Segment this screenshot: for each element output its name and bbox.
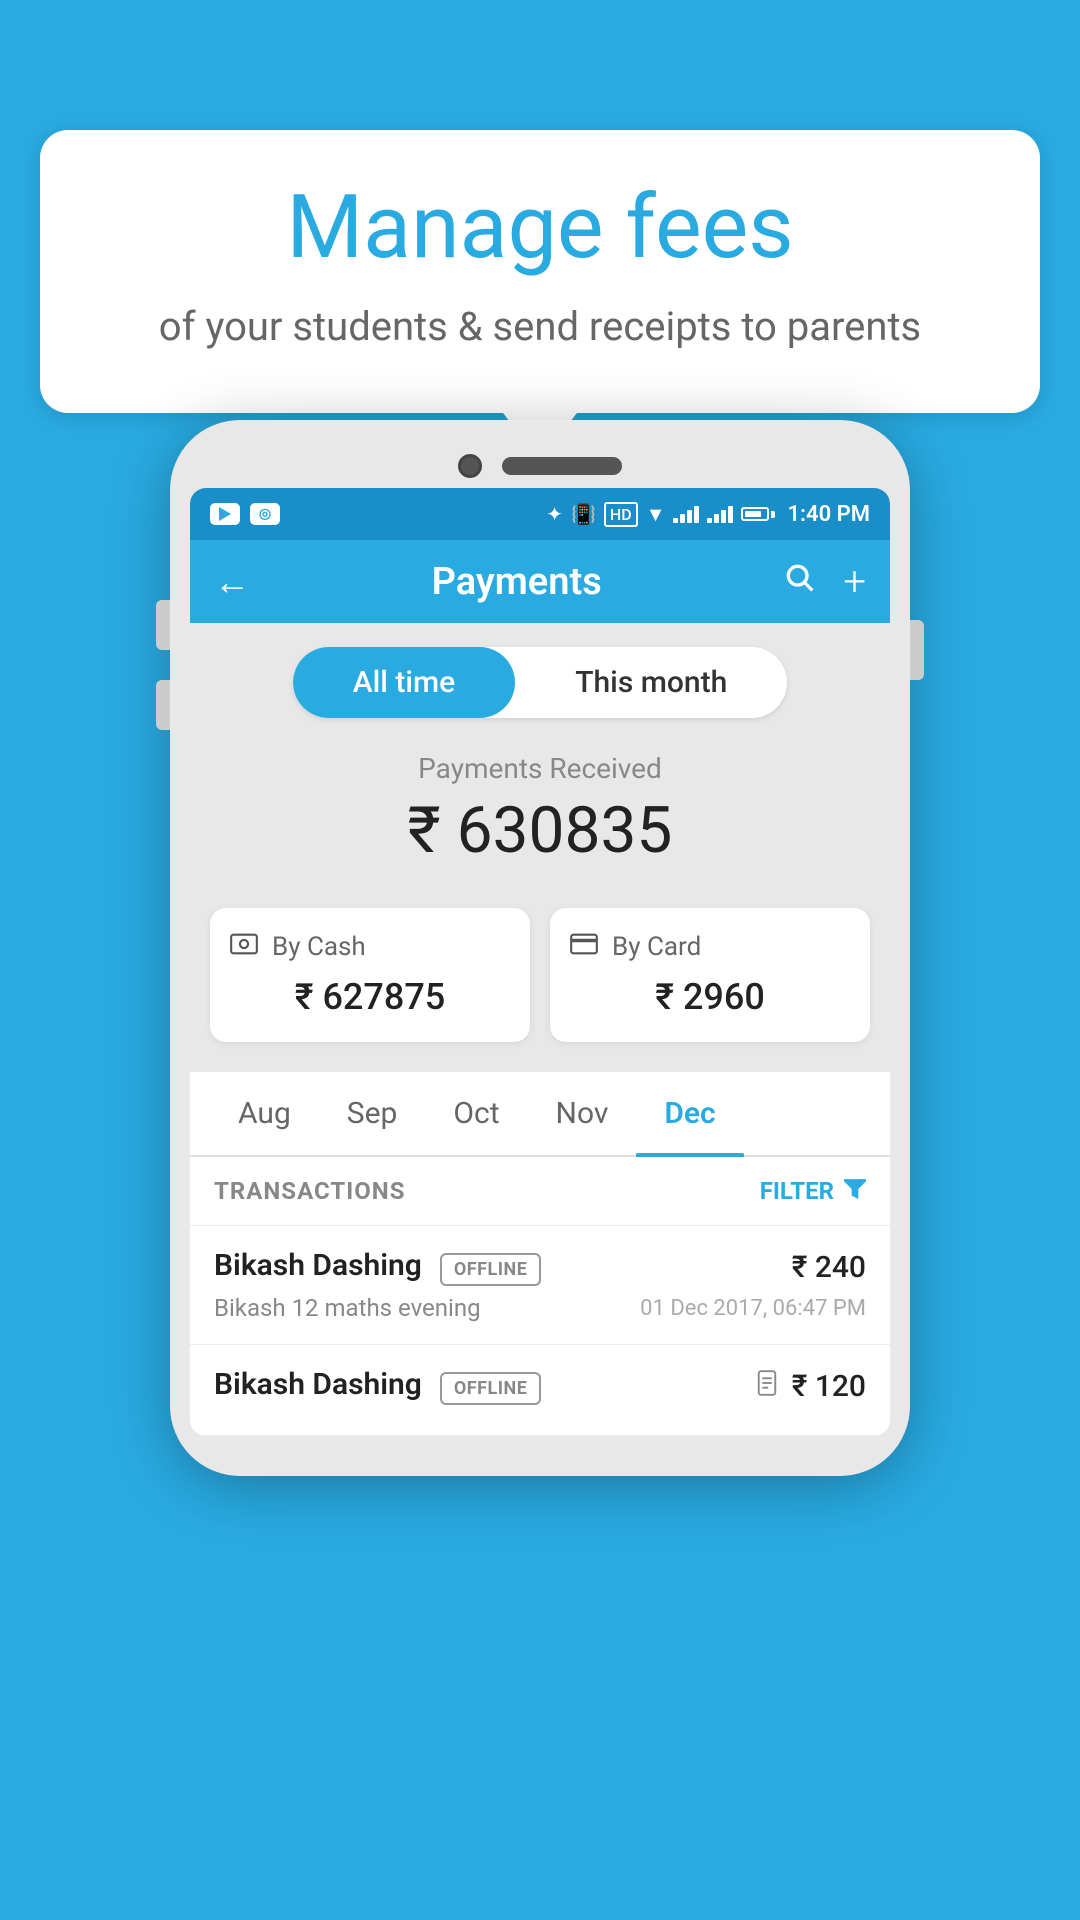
transaction-top-2: Bikash Dashing OFFLINE ₹ 120 <box>214 1367 866 1405</box>
month-tabs: Aug Sep Oct Nov Dec <box>190 1072 890 1157</box>
app-header: ← Payments + <box>190 540 890 623</box>
phone-screen: ◎ ✦ 📳 HD ▼ <box>190 488 890 1436</box>
filter-toggle: All time This month <box>293 647 788 718</box>
page-title: Payments <box>270 560 763 604</box>
offline-badge-1: OFFLINE <box>440 1253 542 1286</box>
hero-card: Manage fees of your students & send rece… <box>40 130 1040 413</box>
month-dec[interactable]: Dec <box>636 1072 743 1155</box>
signal1-icon <box>673 505 699 523</box>
this-month-tab[interactable]: This month <box>515 647 787 718</box>
hd-badge: HD <box>604 502 638 527</box>
transaction-date-1: 01 Dec 2017, 06:47 PM <box>640 1296 866 1321</box>
transaction-desc-1: Bikash 12 maths evening <box>214 1294 481 1322</box>
cash-card: By Cash ₹ 627875 <box>210 908 530 1042</box>
transaction-bottom-1: Bikash 12 maths evening 01 Dec 2017, 06:… <box>214 1294 866 1322</box>
month-oct[interactable]: Oct <box>425 1072 527 1155</box>
transactions-header: TRANSACTIONS FILTER <box>190 1157 890 1226</box>
phone-body: ◎ ✦ 📳 HD ▼ <box>170 420 910 1476</box>
transaction-top-1: Bikash Dashing OFFLINE ₹ 240 <box>214 1248 866 1286</box>
card-amount: ₹ 2960 <box>570 976 850 1018</box>
filter-toggle-container: All time This month <box>190 623 890 742</box>
wifi-icon: ▼ <box>646 502 666 527</box>
cash-icon <box>230 932 258 962</box>
header-actions: + <box>783 558 866 605</box>
card-card: By Card ₹ 2960 <box>550 908 870 1042</box>
month-sep[interactable]: Sep <box>319 1072 426 1155</box>
card-card-header: By Card <box>570 932 850 962</box>
payments-received-label: Payments Received <box>220 752 860 785</box>
cash-label: By Cash <box>272 932 366 962</box>
cash-card-header: By Cash <box>230 932 510 962</box>
transaction-name-1: Bikash Dashing OFFLINE <box>214 1248 541 1286</box>
transaction-amount-2: ₹ 120 <box>792 1369 866 1404</box>
transaction-right-2: ₹ 120 <box>756 1369 866 1404</box>
payments-summary: Payments Received ₹ 630835 <box>190 742 890 898</box>
youtube-icon <box>210 503 240 525</box>
all-time-tab[interactable]: All time <box>293 647 515 718</box>
add-button[interactable]: + <box>843 558 866 605</box>
filter-button[interactable]: FILTER <box>760 1177 866 1205</box>
camera <box>458 454 482 478</box>
filter-icon <box>844 1177 866 1205</box>
search-icon[interactable] <box>783 561 815 602</box>
offline-badge-2: OFFLINE <box>440 1372 542 1405</box>
cash-amount: ₹ 627875 <box>230 976 510 1018</box>
transaction-name-2: Bikash Dashing OFFLINE <box>214 1367 541 1405</box>
hero-title: Manage fees <box>100 180 980 277</box>
transaction-amount-1: ₹ 240 <box>792 1250 866 1285</box>
card-label: By Card <box>612 932 701 962</box>
bluetooth-icon: ✦ <box>546 502 563 526</box>
app-icon: ◎ <box>250 503 280 525</box>
month-aug[interactable]: Aug <box>210 1072 319 1155</box>
phone-top-bar <box>190 440 890 488</box>
transaction-row: Bikash Dashing OFFLINE ₹ 240 Bikash 12 m… <box>190 1226 890 1345</box>
card-icon <box>570 932 598 962</box>
time-display: 1:40 PM <box>787 502 870 527</box>
month-nov[interactable]: Nov <box>528 1072 637 1155</box>
signal2-icon <box>707 505 733 523</box>
phone-mockup: ◎ ✦ 📳 HD ▼ <box>170 420 910 1476</box>
status-icons-left: ◎ <box>210 503 280 525</box>
status-bar: ◎ ✦ 📳 HD ▼ <box>190 488 890 540</box>
filter-label: FILTER <box>760 1177 834 1205</box>
back-button[interactable]: ← <box>214 561 250 603</box>
vibrate-icon: 📳 <box>571 502 596 526</box>
payment-cards-row: By Cash ₹ 627875 By Card ₹ <box>190 898 890 1072</box>
battery-icon <box>741 507 775 521</box>
hero-subtitle: of your students & send receipts to pare… <box>100 301 980 353</box>
payments-total-amount: ₹ 630835 <box>220 793 860 868</box>
transactions-label: TRANSACTIONS <box>214 1177 406 1205</box>
phone-bottom-bar <box>190 1436 890 1456</box>
status-icons-right: ✦ 📳 HD ▼ <box>546 502 870 527</box>
transaction-row-2: Bikash Dashing OFFLINE ₹ 120 <box>190 1345 890 1436</box>
document-icon <box>756 1370 778 1403</box>
speaker <box>502 457 622 475</box>
